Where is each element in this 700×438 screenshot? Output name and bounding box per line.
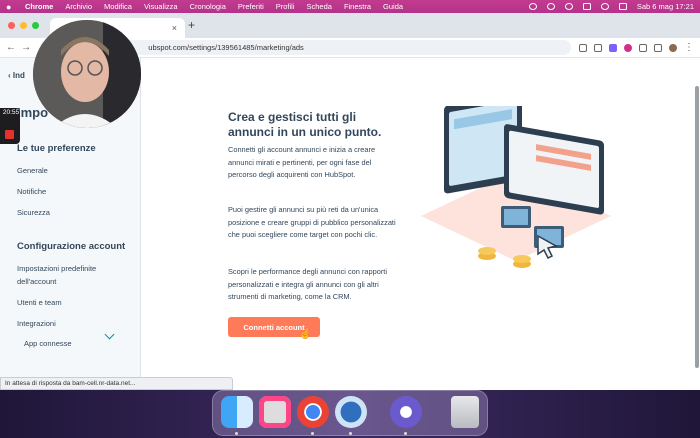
back-link[interactable]: ‹ Ind [8,71,25,80]
menu-finestra[interactable]: Finestra [344,2,371,11]
running-indicator [349,432,352,435]
share-icon[interactable] [579,43,587,52]
performance-paragraph: Scopri le performance degli annunci con … [228,267,387,302]
intro-paragraph: Connetti gli account annunci e inizia a … [228,145,376,180]
macos-menu-bar: ● Chrome Archivio Modifica Visualizza Cr… [0,0,700,13]
ads-illustration [421,106,611,268]
sidebar-item-notifiche[interactable]: Notifiche [17,185,127,198]
webcam-overlay [33,20,141,128]
main-content: Crea e gestisci tutti gli annunci in un … [141,58,694,390]
tab-close-icon[interactable]: × [172,23,177,33]
trash-icon[interactable] [451,396,479,428]
sidebar-item-account-defaults[interactable]: Impostazioni predefinite dell'account [17,262,117,288]
section-account-title: Configurazione account [17,241,126,252]
status-bar: In attesa di risposta da bam-cell.nr-dat… [0,377,233,390]
back-arrow-icon[interactable]: ← [6,42,21,53]
menu-archivio[interactable]: Archivio [65,2,92,11]
search-icon[interactable] [600,3,609,10]
profile-avatar[interactable] [669,43,677,52]
location-icon[interactable] [528,3,537,10]
management-paragraph: Puoi gestire gli annunci su più reti da … [228,205,396,240]
dock [212,390,488,436]
recording-timer: 20:55 [2,109,20,116]
wifi-icon[interactable] [564,3,573,10]
menu-preferiti[interactable]: Preferiti [238,2,264,11]
menu-datetime[interactable]: Sab 6 mag 17:21 [637,2,694,11]
menu-scheda[interactable]: Scheda [307,2,332,11]
presenter-avatar [33,20,141,128]
apple-icon[interactable]: ● [6,2,15,12]
menu-cronologia[interactable]: Cronologia [190,2,226,11]
menu-visualizza[interactable]: Visualizza [144,2,178,11]
finder-icon[interactable] [221,396,253,428]
address-url[interactable]: ubspot.com/settings/139561485/marketing/… [148,43,304,52]
menu-profili[interactable]: Profili [276,2,295,11]
section-preferences-title: Le tue preferenze [17,143,96,154]
hand-cursor-icon: ☝ [299,329,312,340]
migration-icon[interactable] [335,396,367,428]
extension-icon[interactable] [609,43,617,52]
page-scrollbar[interactable] [694,58,700,390]
running-indicator [311,432,314,435]
sidepanel-icon[interactable] [654,43,662,52]
window-zoom-button[interactable] [32,22,39,29]
running-indicator [235,432,238,435]
stop-recording-button[interactable] [5,130,14,139]
menu-guida[interactable]: Guida [383,2,403,11]
running-indicator [404,432,407,435]
chrome-icon[interactable] [297,396,329,428]
battery-icon[interactable] [582,3,591,10]
hubspot-app-icon[interactable] [390,396,422,428]
forward-arrow-icon[interactable]: → [21,42,36,53]
menu-modifica[interactable]: Modifica [104,2,132,11]
sidebar-item-generale[interactable]: Generale [17,164,127,177]
window-close-button[interactable] [8,22,15,29]
puzzle-icon[interactable] [639,43,647,52]
window-minimize-button[interactable] [20,22,27,29]
control-center-icon[interactable] [618,3,627,10]
sidebar-item-sicurezza[interactable]: Sicurezza [17,206,127,219]
sidebar-item-integrations[interactable]: Integrazioni [17,317,127,330]
bookmark-star-icon[interactable] [594,43,602,52]
gear-icon[interactable] [546,3,555,10]
page-title: Crea e gestisci tutti gli annunci in un … [228,110,382,139]
sidebar-item-connected-apps[interactable]: App connesse [24,337,134,350]
ad-card-image [504,209,528,225]
coin-stack [478,247,496,255]
sidebar-item-users-teams[interactable]: Utenti e team [17,296,127,309]
extension-icon[interactable] [624,43,632,52]
menu-app-name[interactable]: Chrome [25,2,53,11]
coin-stack [513,255,531,263]
more-menu-icon[interactable]: ⋮ [684,42,694,52]
launchpad-icon[interactable] [259,396,291,428]
new-tab-button[interactable]: + [188,18,195,32]
back-link-label: Ind [12,71,25,80]
scrollbar-thumb[interactable] [695,86,699,368]
